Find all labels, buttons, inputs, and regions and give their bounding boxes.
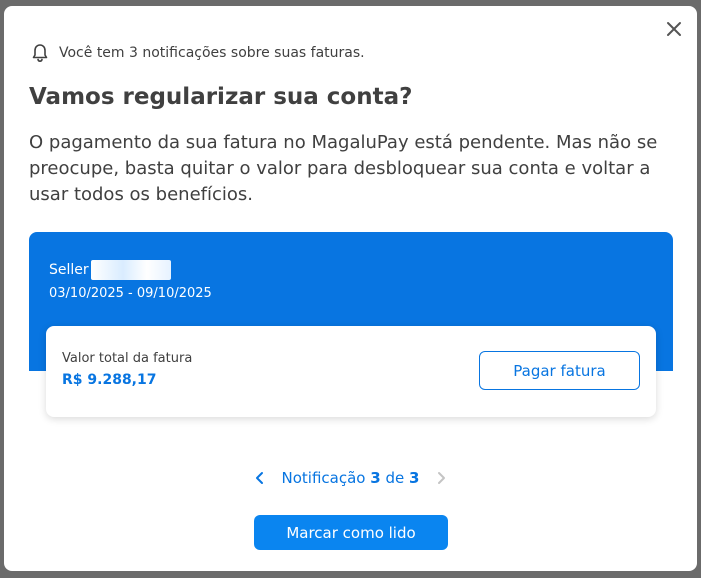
invoice-period: 03/10/2025 - 09/10/2025: [49, 286, 212, 301]
notification-pager: Notificação 3 de 3: [4, 469, 697, 487]
chevron-right-icon[interactable]: [433, 470, 449, 486]
close-icon[interactable]: [665, 20, 683, 38]
modal-title: Vamos regularizar sua conta?: [29, 84, 413, 110]
pager-current: 3: [370, 469, 381, 487]
mark-as-read-button[interactable]: Marcar como lido: [254, 515, 448, 550]
seller-label: Seller: [49, 262, 89, 278]
pager-total: 3: [409, 469, 420, 487]
notification-summary: Você tem 3 notificações sobre suas fatur…: [59, 45, 365, 61]
pager-text: Notificação 3 de 3: [282, 469, 420, 487]
notification-summary-row: Você tem 3 notificações sobre suas fatur…: [30, 43, 365, 63]
redacted-seller-name: [90, 260, 171, 280]
total-value: R$ 9.288,17: [62, 372, 157, 388]
notification-modal: Você tem 3 notificações sobre suas fatur…: [4, 6, 697, 571]
seller-name: Seller: [49, 260, 171, 280]
pager-separator: de: [385, 469, 405, 487]
pager-prefix: Notificação: [281, 469, 366, 487]
pay-invoice-button[interactable]: Pagar fatura: [479, 351, 640, 390]
chevron-left-icon[interactable]: [252, 470, 268, 486]
total-label: Valor total da fatura: [62, 351, 193, 366]
invoice-total-card: Valor total da fatura R$ 9.288,17 Pagar …: [46, 326, 656, 417]
bell-icon: [32, 44, 48, 63]
modal-description: O pagamento da sua fatura no MagaluPay e…: [29, 132, 658, 205]
